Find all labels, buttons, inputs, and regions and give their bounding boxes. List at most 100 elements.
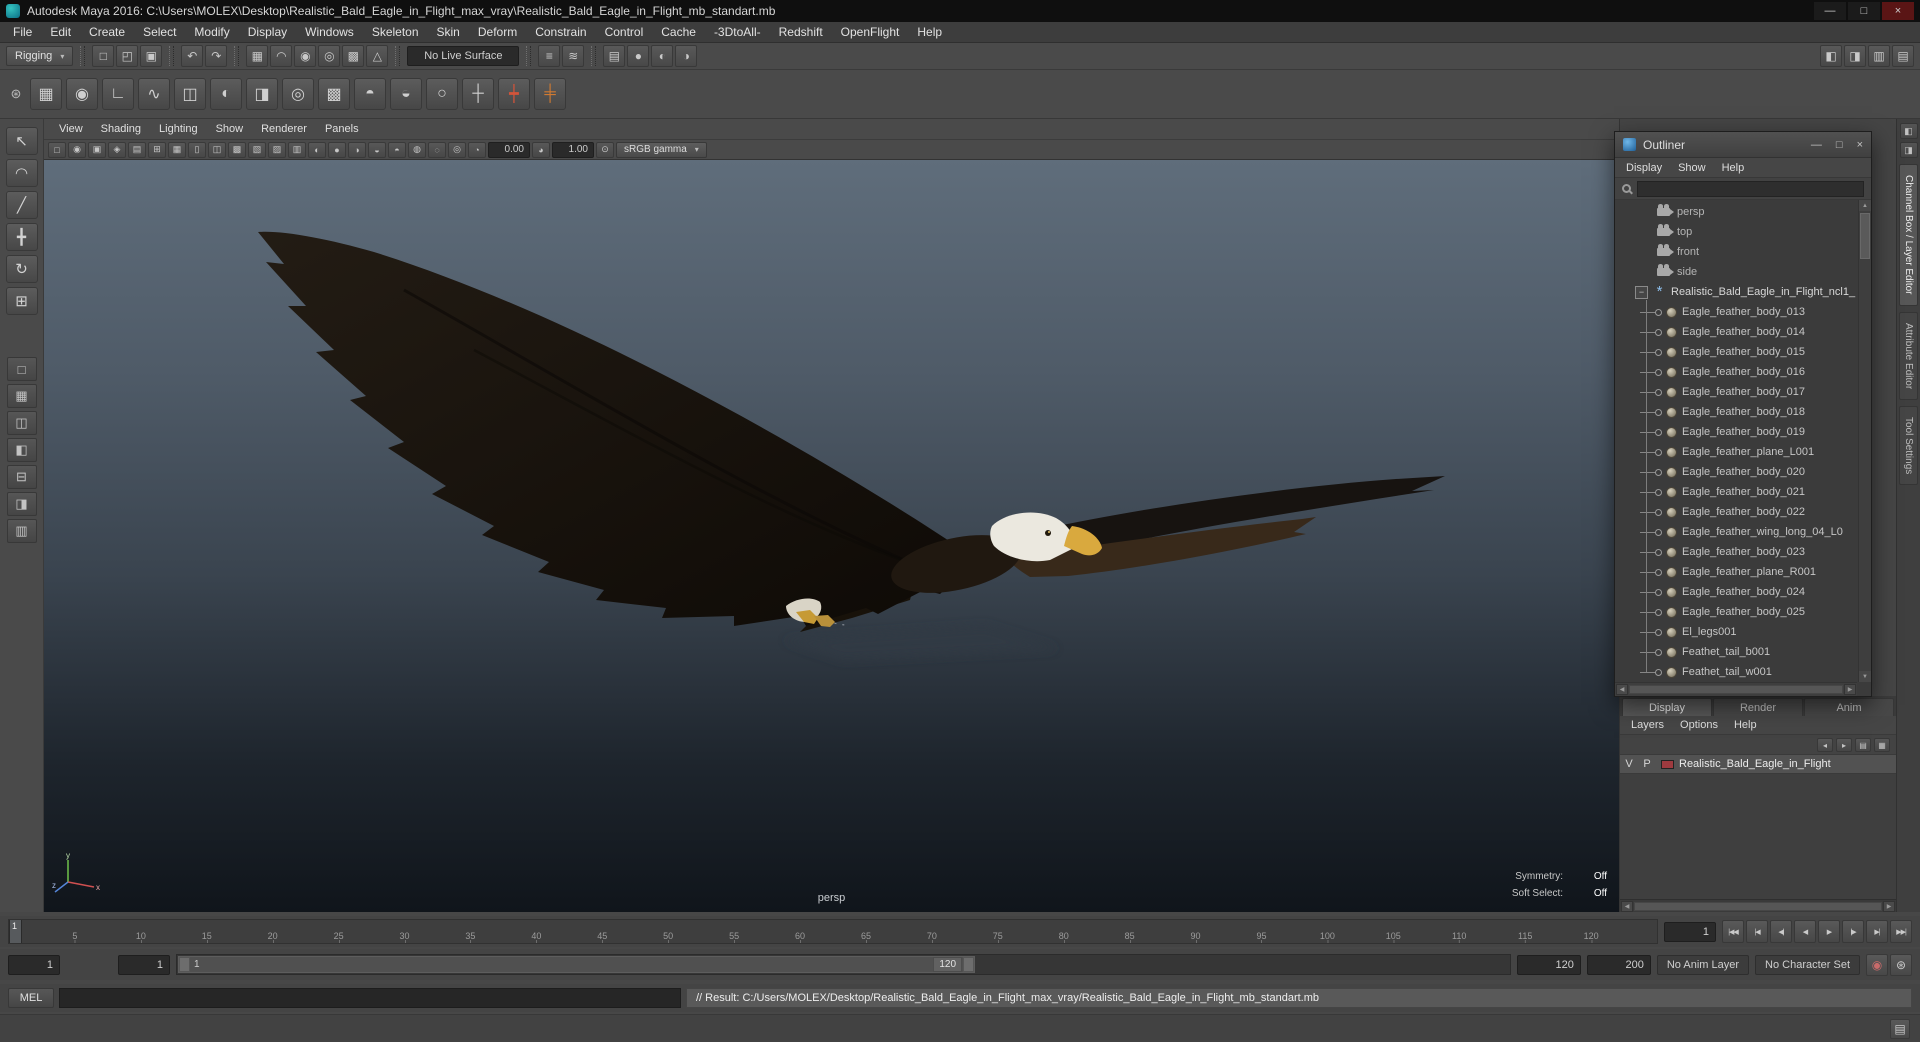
select-camera-icon[interactable]: □: [48, 141, 66, 158]
step-forward-key-button[interactable]: ▶|: [1866, 920, 1888, 943]
undo-icon[interactable]: ↶: [181, 45, 204, 67]
auto-keyframe-icon[interactable]: ◉: [1866, 953, 1888, 976]
outliner-item[interactable]: Eagle_feather_body_018: [1621, 402, 1857, 422]
gamma-field[interactable]: 1.00: [552, 141, 594, 158]
outliner-menu-item[interactable]: Show: [1670, 161, 1714, 175]
display-layer-row[interactable]: V P Realistic_Bald_Eagle_in_Flight: [1620, 754, 1896, 774]
new-scene-icon[interactable]: □: [92, 45, 115, 67]
outliner-maximize-button[interactable]: □: [1836, 139, 1843, 151]
select-tool-icon[interactable]: ↖: [5, 127, 38, 155]
two-d-pan-zoom-icon[interactable]: ⊞: [148, 141, 166, 158]
play-backwards-button[interactable]: ◀: [1794, 920, 1816, 943]
field-chart-icon[interactable]: ▧: [248, 141, 266, 158]
menu-item[interactable]: File: [4, 23, 41, 41]
range-end-handle[interactable]: [963, 957, 975, 972]
outliner-menu-item[interactable]: Display: [1618, 161, 1670, 175]
camera-attributes-icon[interactable]: ▣: [88, 141, 106, 158]
command-language-button[interactable]: MEL: [8, 988, 54, 1008]
outliner-item[interactable]: Eagle_feather_wing_long_04_L0: [1621, 522, 1857, 542]
shelf-options-gear-icon[interactable]: ⊛: [6, 77, 26, 111]
outliner-item[interactable]: persp: [1621, 202, 1857, 222]
outliner-item[interactable]: Eagle_feather_body_024: [1621, 582, 1857, 602]
menu-item[interactable]: Modify: [185, 23, 238, 41]
motion-blur-icon[interactable]: ◓: [388, 141, 406, 158]
tree-structure[interactable]: [1640, 402, 1666, 422]
menu-item[interactable]: Edit: [41, 23, 80, 41]
menu-item[interactable]: Skeleton: [363, 23, 428, 41]
locator-shelf-icon[interactable]: ┼: [462, 78, 494, 110]
range-start-handle[interactable]: [179, 957, 190, 972]
tree-structure[interactable]: [1640, 422, 1666, 442]
eagle-3d-model[interactable]: [44, 160, 1619, 912]
menu-set-dropdown[interactable]: Rigging ▾: [6, 46, 74, 66]
custom-layout-icon[interactable]: ▥: [6, 519, 37, 543]
menu-item[interactable]: OpenFlight: [832, 23, 909, 41]
single-perspective-layout-icon[interactable]: ◨: [1844, 45, 1866, 67]
outliner-menu-item[interactable]: Help: [1714, 161, 1753, 175]
tree-structure[interactable]: [1640, 302, 1666, 322]
tree-structure[interactable]: [1640, 382, 1666, 402]
tree-structure[interactable]: [1640, 522, 1666, 542]
tree-structure[interactable]: [1640, 642, 1666, 662]
outliner-item[interactable]: Eagle_feather_body_021: [1621, 482, 1857, 502]
move-tool-icon[interactable]: ╋: [5, 223, 38, 251]
maximize-button[interactable]: □: [1848, 2, 1880, 20]
outliner-item[interactable]: Realistic_Bald_Eagle_in_Flight_ncl1_: [1621, 282, 1857, 302]
outliner-item[interactable]: Eagle_feather_body_013: [1621, 302, 1857, 322]
sidebar-vertical-tab[interactable]: Attribute Editor: [1899, 311, 1918, 400]
panel-menu-item[interactable]: Shading: [92, 121, 150, 137]
outliner-item[interactable]: Eagle_feather_body_025: [1621, 602, 1857, 622]
status-group-separator[interactable]: [395, 46, 401, 66]
tree-structure[interactable]: [1640, 442, 1666, 462]
tree-structure[interactable]: [1640, 622, 1666, 642]
view-transform-dropdown[interactable]: sRGB gamma ▾: [616, 141, 707, 158]
viewport-canvas[interactable]: y x z persp Symmetry: Off Soft Select: O…: [44, 160, 1619, 912]
list-input-operations-icon[interactable]: ≋: [562, 45, 585, 67]
ik-spline-shelf-icon[interactable]: ∿: [138, 78, 170, 110]
layer-editor-hscrollbar[interactable]: ◀ ▶: [1620, 899, 1896, 912]
multisampling-icon[interactable]: ◍: [408, 141, 426, 158]
xray-icon[interactable]: ◌: [428, 141, 446, 158]
move-layer-up-icon[interactable]: ◂: [1817, 738, 1833, 752]
lock-camera-icon[interactable]: ◉: [68, 141, 86, 158]
tree-structure[interactable]: [1640, 562, 1666, 582]
tree-structure[interactable]: [1640, 342, 1666, 362]
paint-skin-weights-shelf-icon[interactable]: ◐: [210, 78, 242, 110]
isolate-select-icon[interactable]: ◎: [448, 141, 466, 158]
red-manipulator-shelf-icon[interactable]: ┿: [498, 78, 530, 110]
orange-manipulator-shelf-icon[interactable]: ╪: [534, 78, 566, 110]
scroll-right-icon[interactable]: ▶: [1883, 900, 1895, 912]
outliner-item[interactable]: El_legs001: [1621, 622, 1857, 642]
render-current-frame-icon[interactable]: ●: [627, 45, 650, 67]
outliner-item[interactable]: top: [1621, 222, 1857, 242]
redo-icon[interactable]: ↷: [205, 45, 228, 67]
layer-visibility-toggle[interactable]: V: [1620, 758, 1638, 770]
snap-to-view-plane-icon[interactable]: ▩: [342, 45, 365, 67]
snap-to-curve-icon[interactable]: ◠: [270, 45, 293, 67]
menu-item[interactable]: Select: [134, 23, 185, 41]
close-button[interactable]: ×: [1882, 2, 1914, 20]
outliner-item[interactable]: Eagle_feather_body_020: [1621, 462, 1857, 482]
mirror-joint-shelf-icon[interactable]: ◨: [246, 78, 278, 110]
image-plane-icon[interactable]: ▤: [128, 141, 146, 158]
outliner-title-bar[interactable]: Outliner — □ ×: [1615, 132, 1871, 158]
sidebar-vertical-tab[interactable]: Tool Settings: [1899, 405, 1918, 485]
tree-structure[interactable]: [1640, 502, 1666, 522]
time-slider-track[interactable]: 1 5 10 15 20 25 30 35 40 45 50 55 60 65 70 75 80 85 90 95 1…: [8, 919, 1658, 944]
status-group-separator[interactable]: [591, 46, 597, 66]
tree-structure[interactable]: [1640, 662, 1666, 682]
panel-menu-item[interactable]: Show: [207, 121, 253, 137]
raise-attribute-editor-icon[interactable]: ◧: [1899, 123, 1918, 139]
snap-to-point-icon[interactable]: ◉: [294, 45, 317, 67]
safe-title-icon[interactable]: ▥: [288, 141, 306, 158]
animation-end-field[interactable]: 200: [1586, 954, 1651, 975]
sidebar-channel-box-icon[interactable]: ▤: [1892, 45, 1914, 67]
outliner-item[interactable]: Eagle_feather_body_022: [1621, 502, 1857, 522]
animation-start-field[interactable]: 1: [8, 954, 60, 975]
minimize-button[interactable]: —: [1814, 2, 1846, 20]
ipr-render-icon[interactable]: ◐: [651, 45, 674, 67]
snap-to-projected-center-icon[interactable]: ◎: [318, 45, 341, 67]
sidebar-vertical-tab[interactable]: Channel Box / Layer Editor: [1899, 164, 1918, 306]
step-back-frame-button[interactable]: ◀|: [1770, 920, 1792, 943]
exposure-icon[interactable]: ◔: [468, 141, 486, 158]
